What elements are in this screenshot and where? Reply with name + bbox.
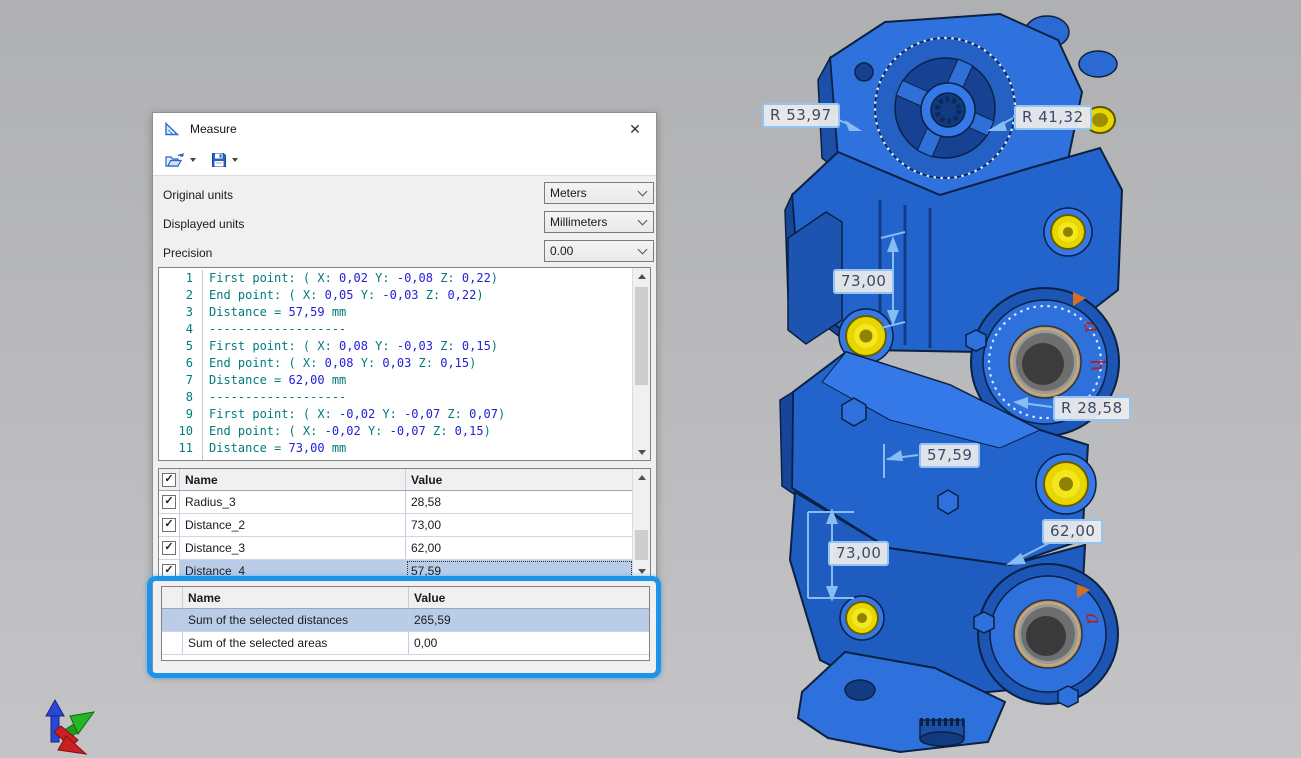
scroll-up-icon[interactable] bbox=[633, 469, 650, 485]
dimension-callout[interactable]: R 41,32 bbox=[1014, 105, 1092, 130]
chevron-down-icon bbox=[638, 216, 648, 226]
scroll-down-icon[interactable] bbox=[633, 444, 650, 460]
dimension-callout[interactable]: 73,00 bbox=[833, 269, 894, 294]
application-window: a h a bbox=[0, 0, 1301, 758]
summary-table: Name Value Sum of the selected distances… bbox=[161, 586, 650, 661]
original-units-label: Original units bbox=[163, 188, 233, 202]
measure-icon bbox=[164, 121, 180, 137]
select-all-checkbox[interactable]: ✓ bbox=[159, 469, 180, 490]
scrollbar-thumb[interactable] bbox=[635, 287, 648, 385]
scroll-up-icon[interactable] bbox=[633, 268, 650, 284]
results-table: ✓ Name Value ✓ Radius_3 28,58 ✓ Distance… bbox=[158, 468, 651, 580]
row-checkbox[interactable]: ✓ bbox=[159, 560, 180, 580]
scroll-down-icon[interactable] bbox=[633, 563, 650, 579]
summary-row[interactable]: Sum of the selected distances 265,59 bbox=[162, 609, 649, 632]
results-header: ✓ Name Value bbox=[159, 469, 633, 491]
log-line: 5 First point: ( X: 0,08 Y: -0,03 Z: 0,1… bbox=[159, 338, 633, 355]
original-units-select[interactable]: Meters bbox=[544, 182, 654, 204]
precision-label: Precision bbox=[163, 246, 212, 260]
measurement-row[interactable]: ✓ Distance_4 57,59 bbox=[159, 560, 633, 580]
chevron-down-icon bbox=[638, 187, 648, 197]
chevron-down-icon bbox=[638, 245, 648, 255]
measurement-row[interactable]: ✓ Distance_2 73,00 bbox=[159, 514, 633, 537]
dimension-callout[interactable]: 62,00 bbox=[1042, 519, 1103, 544]
measurement-row[interactable]: ✓ Radius_3 28,58 bbox=[159, 491, 633, 514]
log-line: 9 First point: ( X: -0,02 Y: -0,07 Z: 0,… bbox=[159, 406, 633, 423]
dimension-callout[interactable]: R 28,58 bbox=[1053, 396, 1131, 421]
axis-triad-icon bbox=[46, 700, 94, 754]
log-line: 6 End point: ( X: 0,08 Y: 0,03 Z: 0,15) bbox=[159, 355, 633, 372]
dimension-callout[interactable]: 57,59 bbox=[919, 443, 980, 468]
dialog-titlebar[interactable]: Measure ✕ bbox=[153, 113, 656, 145]
summary-row[interactable]: Sum of the selected areas 0,00 bbox=[162, 632, 649, 655]
displayed-units-label: Displayed units bbox=[163, 217, 244, 231]
log-line: 11 Distance = 73,00 mm bbox=[159, 440, 633, 457]
close-button[interactable]: ✕ bbox=[622, 117, 648, 141]
summary-header: Name Value bbox=[162, 587, 649, 609]
results-scrollbar[interactable] bbox=[632, 469, 650, 579]
precision-select[interactable]: 0.00 bbox=[544, 240, 654, 262]
row-checkbox[interactable]: ✓ bbox=[159, 491, 180, 513]
log-line: 3 Distance = 57,59 mm bbox=[159, 304, 633, 321]
log-scrollbar[interactable] bbox=[632, 268, 650, 460]
row-checkbox[interactable]: ✓ bbox=[159, 514, 180, 536]
open-folder-icon bbox=[165, 152, 185, 168]
log-line: 10 End point: ( X: -0,02 Y: -0,07 Z: 0,1… bbox=[159, 423, 633, 440]
scrollbar-thumb[interactable] bbox=[635, 530, 648, 560]
measurement-row[interactable]: ✓ Distance_3 62,00 bbox=[159, 537, 633, 560]
save-dropdown-caret[interactable] bbox=[232, 158, 238, 162]
dimension-callout[interactable]: R 53,97 bbox=[762, 103, 840, 128]
open-button[interactable] bbox=[162, 148, 199, 172]
log-line: 4 ------------------- bbox=[159, 321, 633, 338]
row-checkbox[interactable]: ✓ bbox=[159, 537, 180, 559]
log-line: 8 ------------------- bbox=[159, 389, 633, 406]
dimension-callout[interactable]: 73,00 bbox=[828, 541, 889, 566]
displayed-units-select[interactable]: Millimeters bbox=[544, 211, 654, 233]
measurement-log[interactable]: 1 First point: ( X: 0,02 Y: -0,08 Z: 0,2… bbox=[158, 267, 651, 461]
log-line: 12 ------------------- bbox=[159, 457, 633, 461]
log-line: 7 Distance = 62,00 mm bbox=[159, 372, 633, 389]
log-line: 1 First point: ( X: 0,02 Y: -0,08 Z: 0,2… bbox=[159, 270, 633, 287]
dialog-title: Measure bbox=[190, 122, 237, 136]
dialog-toolbar bbox=[153, 145, 656, 176]
measure-dialog: Measure ✕ bbox=[152, 112, 657, 674]
open-dropdown-caret[interactable] bbox=[190, 158, 196, 162]
save-button[interactable] bbox=[208, 148, 241, 172]
save-floppy-icon bbox=[211, 152, 227, 168]
log-line: 2 End point: ( X: 0,05 Y: -0,03 Z: 0,22) bbox=[159, 287, 633, 304]
